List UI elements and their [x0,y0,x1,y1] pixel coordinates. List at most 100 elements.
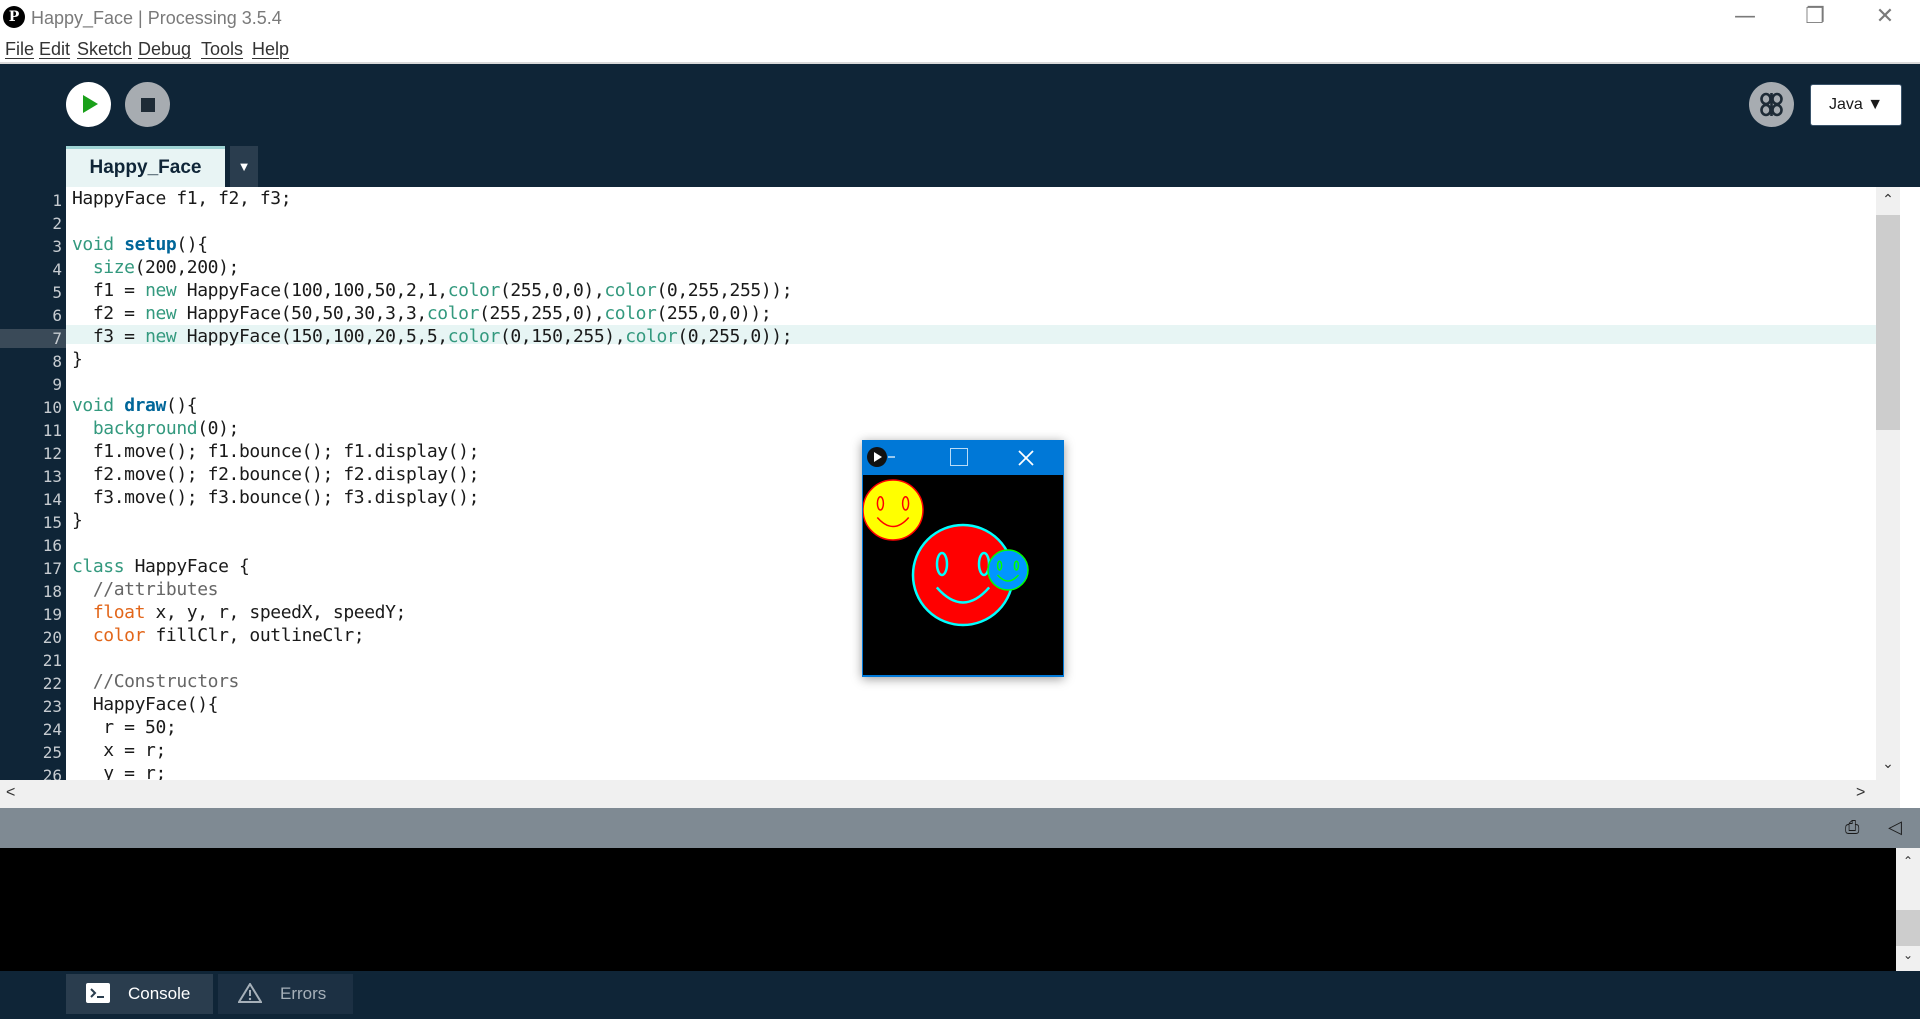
code-token: draw [124,395,166,416]
code-line[interactable]: class HappyFace { [72,555,250,578]
code-line[interactable]: f3.move(); f3.bounce(); f3.display(); [72,486,480,509]
line-number: 8 [52,352,62,371]
menu-debug[interactable]: Debug [138,39,191,60]
code-line[interactable]: background(0); [72,417,240,440]
maximize-button[interactable]: ❐ [1780,0,1850,36]
run-button[interactable] [66,82,111,127]
code-token: new [145,326,177,347]
code-line[interactable]: //attributes [72,578,219,601]
code-line[interactable]: HappyFace f1, f2, f3; [72,187,292,210]
code-line[interactable]: r = 50; [72,716,176,739]
menu-edit[interactable]: Edit [39,39,70,60]
close-button[interactable]: ✕ [1850,0,1920,36]
code-token: f2 = [72,303,146,324]
sketch-window[interactable] [862,440,1064,677]
code-line[interactable]: float x, y, r, speedX, speedY; [72,601,407,624]
code-line[interactable]: y = r; [72,762,166,780]
line-number: 25 [42,743,62,762]
collapse-icon[interactable]: ◁ [1888,817,1902,838]
sketch-canvas[interactable] [863,475,1063,675]
console-scroll-thumb[interactable] [1896,910,1920,946]
code-token: color [604,280,657,301]
code-token: color [426,303,480,324]
tab-happy-face[interactable]: Happy_Face [66,146,225,187]
line-number: 13 [42,467,62,486]
code-line[interactable]: void draw(){ [72,394,198,417]
sketch-close-button[interactable] [1017,449,1035,467]
menu-tools[interactable]: Tools [201,39,243,60]
line-number: 2 [52,214,62,233]
terminal-icon [86,983,110,1003]
code-token: new [145,303,177,324]
code-line[interactable]: color fillClr, outlineClr; [72,624,365,647]
code-token: size [92,257,135,278]
scroll-right-icon[interactable]: > [1856,784,1865,802]
minimize-button[interactable]: — [1710,0,1780,36]
menu-sketch[interactable]: Sketch [77,39,132,60]
console-header: ⎙ ◁ [0,808,1920,848]
line-number: 12 [42,444,62,463]
menu-help[interactable]: Help [252,39,289,60]
line-number: 11 [42,421,62,440]
menu-file[interactable]: File [5,39,34,60]
line-number: 19 [42,605,62,624]
line-number: 14 [42,490,62,509]
line-number: 3 [52,237,62,256]
code-line[interactable]: f3 = new HappyFace(150,100,20,5,5,color(… [72,325,793,348]
code-token: HappyFace(100,100,50,2,1, [176,280,448,301]
code-line[interactable]: f1 = new HappyFace(100,100,50,2,1,color(… [72,279,793,302]
line-number: 21 [42,651,62,670]
tab-console[interactable]: Console [66,974,213,1014]
code-line[interactable]: f1.move(); f1.bounce(); f1.display(); [72,440,480,463]
code-token: (255,255,0), [479,303,605,324]
line-number: 15 [42,513,62,532]
code-line[interactable]: x = r; [72,739,166,762]
code-token: color [447,280,501,301]
code-token: class [72,556,125,577]
code-token: r = 50; [72,717,177,738]
line-number-gutter: 1 2 3 4 5 6 7 8 9 10 11 12 13 14 15 16 17 18 19 20 21 22 23 24 2… [0,187,66,780]
code-token: x = r; [72,740,166,761]
line-number: 20 [42,628,62,647]
code-token: HappyFace f1, f2, f3; [72,188,292,209]
line-number: 23 [42,697,62,716]
mode-selector[interactable]: Java ▼ [1810,84,1902,126]
debug-button[interactable] [1749,82,1794,127]
scroll-up-icon[interactable]: ⌃ [1876,191,1900,208]
console-scroll-down-icon[interactable]: ⌄ [1896,948,1920,962]
code-token: void [72,395,114,416]
sketch-maximize-button[interactable] [950,448,968,466]
tab-menu-button[interactable]: ▼ [230,146,258,187]
code-line[interactable]: //Constructors [72,670,240,693]
code-token: f1 = [72,280,146,301]
code-token: (0,150,255), [499,326,626,347]
code-token: fillClr, outlineClr; [145,625,365,646]
code-token: x, y, r, speedX, speedY; [145,602,406,623]
code-line[interactable]: } [72,509,83,532]
code-line[interactable]: size(200,200); [72,256,240,279]
stop-button[interactable] [125,82,170,127]
console-output[interactable] [0,848,1896,971]
butterfly-icon [1760,92,1783,117]
scroll-left-icon[interactable]: < [6,784,15,802]
scroll-thumb[interactable] [1876,215,1900,430]
code-line[interactable]: HappyFace(){ [72,693,219,716]
code-line[interactable]: f2.move(); f2.bounce(); f2.display(); [72,463,480,486]
code-line[interactable]: } [72,348,83,371]
editor-vertical-scrollbar[interactable]: ⌃ ⌄ [1876,187,1900,780]
tab-errors[interactable]: Errors [218,974,353,1014]
editor-horizontal-scrollbar[interactable]: < > [0,780,1900,808]
code-line[interactable]: f2 = new HappyFace(50,50,30,3,3,color(25… [72,302,772,325]
line-number: 5 [52,283,62,302]
copy-icon[interactable]: ⎙ [1845,817,1859,838]
scroll-down-icon[interactable]: ⌄ [1876,755,1900,772]
code-line[interactable]: void setup(){ [72,233,208,256]
code-token: color [447,326,501,347]
console-scrollbar[interactable]: ⌃ ⌄ [1896,848,1920,971]
code-token: void [72,234,114,255]
console-scroll-up-icon[interactable]: ⌃ [1896,854,1920,868]
code-token: color [604,303,657,324]
